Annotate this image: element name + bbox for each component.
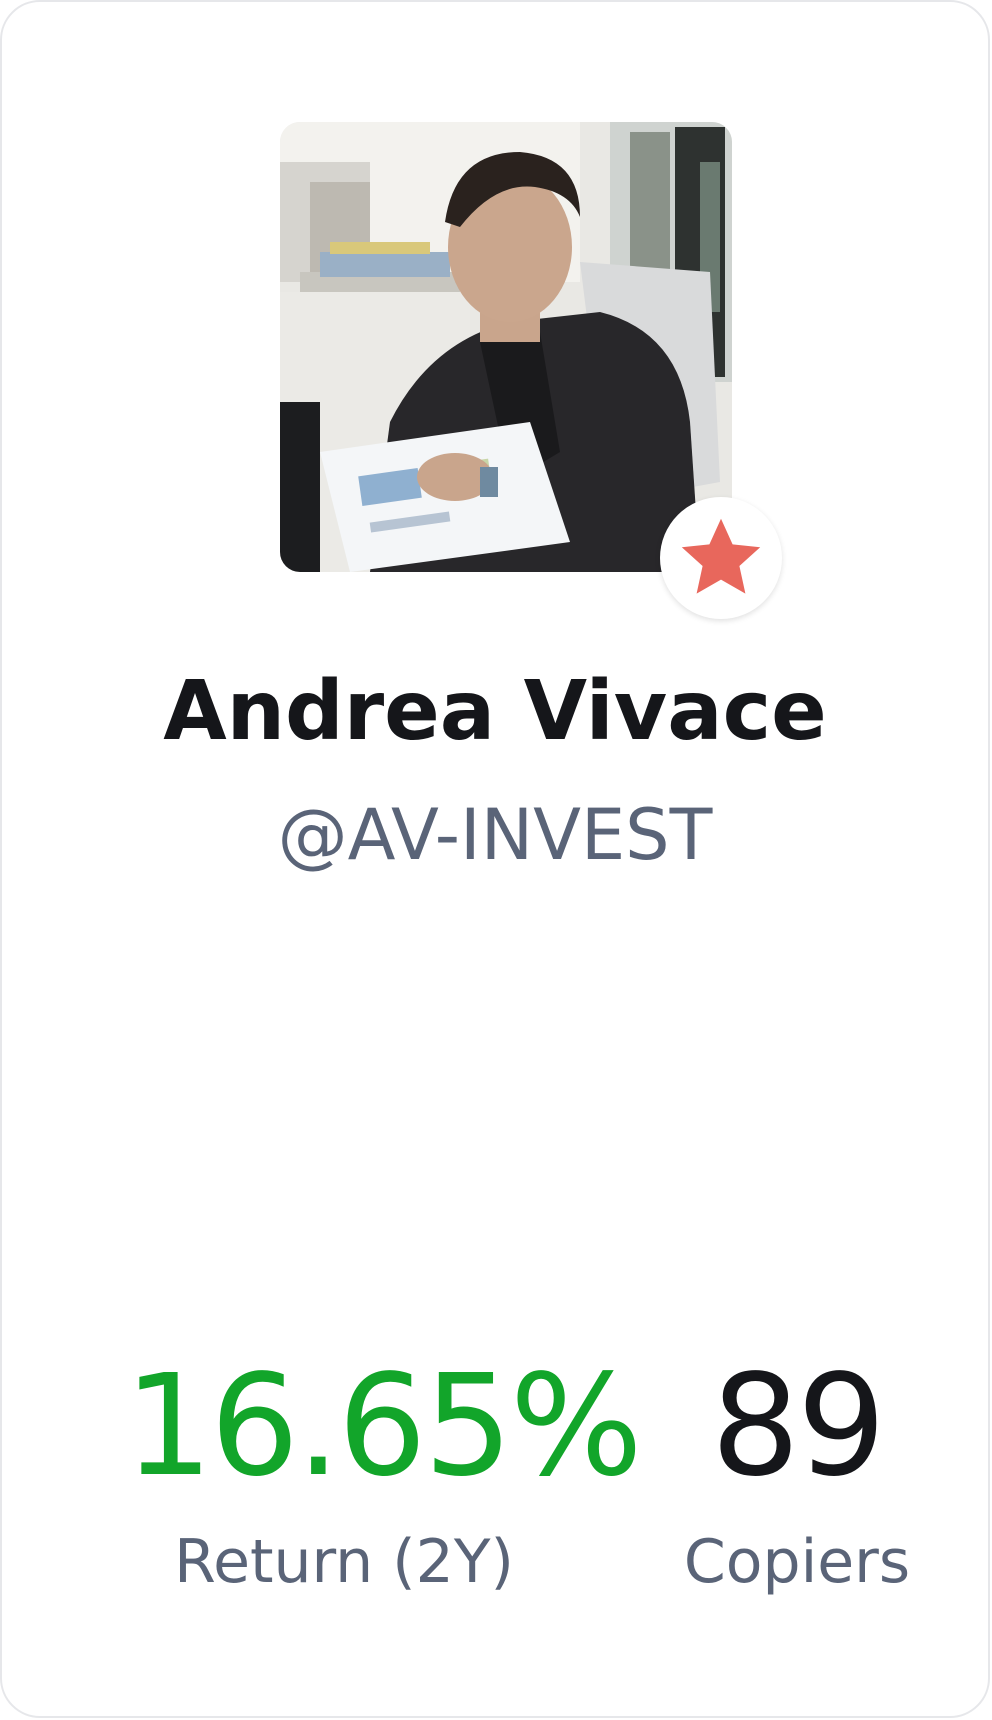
trader-card[interactable]: Andrea Vivace @AV-INVEST 16.65% Return (…	[0, 0, 990, 1718]
star-badge	[660, 497, 782, 619]
return-value: 16.65%	[124, 1345, 643, 1508]
avatar[interactable]	[280, 122, 732, 572]
trader-name[interactable]: Andrea Vivace	[2, 662, 988, 762]
star-icon	[681, 518, 761, 594]
copiers-value: 89	[710, 1345, 886, 1508]
trader-handle: @AV-INVEST	[277, 794, 713, 876]
avatar-container	[280, 122, 782, 619]
copiers-label: Copiers	[683, 1527, 911, 1597]
avatar-photo	[280, 122, 732, 572]
return-label: Return (2Y)	[174, 1527, 514, 1597]
